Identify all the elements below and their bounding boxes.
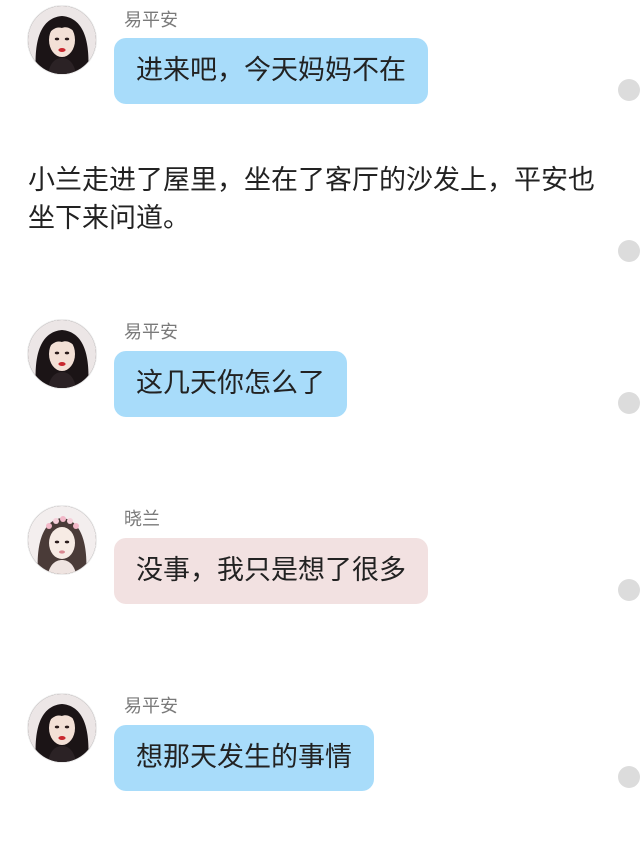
message-bubble[interactable]: 想那天发生的事情 [114,725,374,791]
narration-line: 坐下来问道。 [28,203,190,234]
avatar-pingan[interactable] [28,6,96,74]
avatar-pingan-icon [28,320,96,388]
scroll-dot-marker-icon [618,79,640,101]
narration-line: 小兰走进了屋里，坐在了客厅的沙发上，平安也 [28,165,595,196]
scroll-dot-marker-icon [618,766,640,788]
avatar-pingan-icon [28,6,96,74]
sender-name: 易平安 [124,696,178,717]
scroll-dot-marker-icon [618,579,640,601]
avatar-pingan-icon [28,694,96,762]
message-bubble[interactable]: 进来吧，今天妈妈不在 [114,38,428,104]
scroll-dot-marker-icon [618,392,640,414]
message-bubble[interactable]: 没事，我只是想了很多 [114,538,428,604]
avatar-pingan[interactable] [28,320,96,388]
avatar-xiaolan[interactable] [28,506,96,574]
sender-name: 晓兰 [124,509,160,530]
scroll-dot-marker-icon [618,240,640,262]
message-bubble[interactable]: 这几天你怎么了 [114,351,347,417]
avatar-xiaolan-icon [28,506,96,574]
sender-name: 易平安 [124,322,178,343]
narration-text: 小兰走进了屋里，坐在了客厅的沙发上，平安也 坐下来问道。 [28,162,618,238]
avatar-pingan[interactable] [28,694,96,762]
sender-name: 易平安 [124,10,178,31]
chat-story-screen: 易平安 进来吧，今天妈妈不在 小兰走进了屋里，坐在了客厅的沙发上，平安也 坐下来… [0,0,640,859]
